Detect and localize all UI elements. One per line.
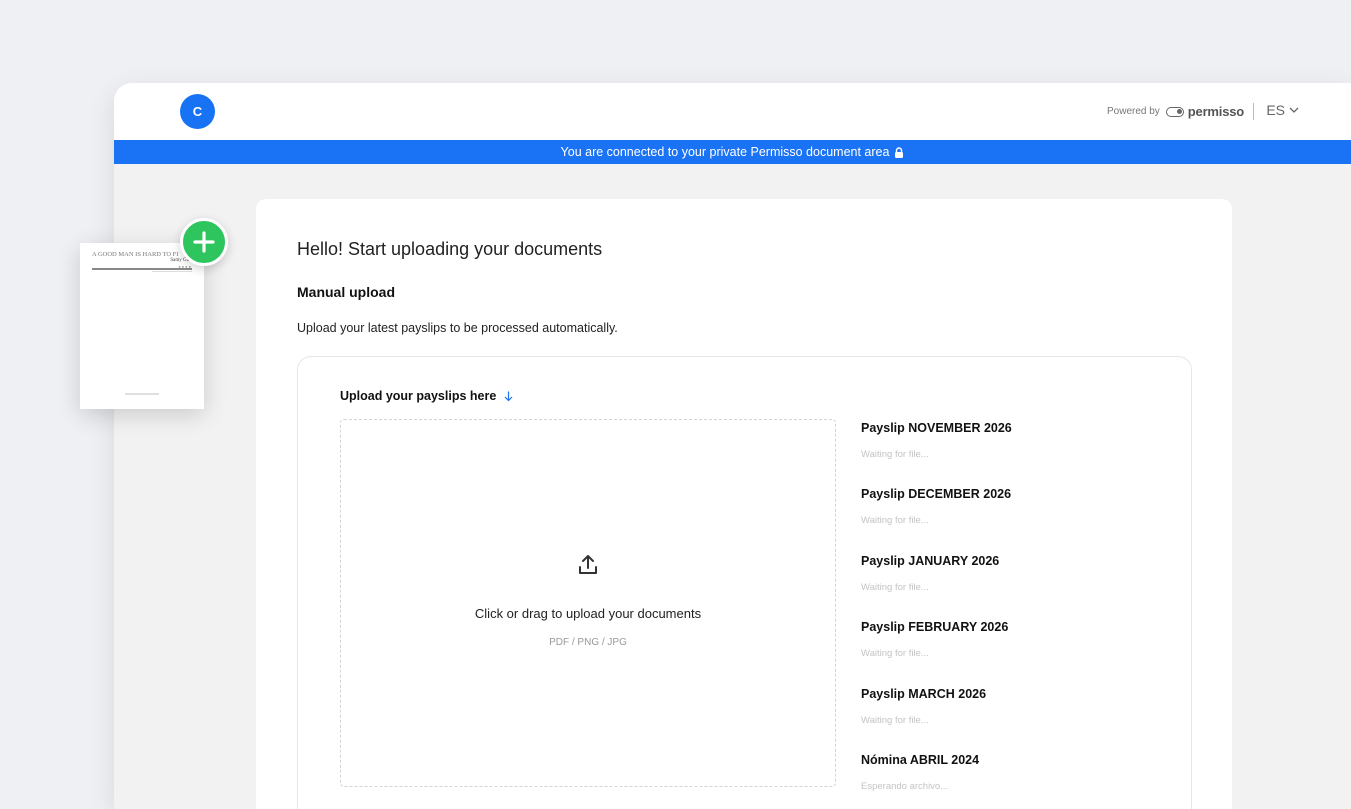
document-rule (92, 268, 192, 270)
payslip-item: Payslip MARCH 2026 Waiting for file... (861, 687, 1161, 751)
dropzone-formats: PDF / PNG / JPG (549, 637, 627, 648)
main-card: Hello! Start uploading your documents Ma… (256, 199, 1232, 809)
payslip-item: Payslip DECEMBER 2026 Waiting for file..… (861, 487, 1161, 551)
payslip-title: Payslip DECEMBER 2026 (861, 487, 1012, 502)
payslip-item: Payslip JANUARY 2026 Waiting for file... (861, 554, 1161, 618)
language-label: ES (1266, 102, 1285, 118)
upload-panel: Upload your payslips here Click or drag … (297, 356, 1192, 809)
banner-text: You are connected to your private Permis… (560, 145, 890, 159)
document-title: A GOOD MAN IS HARD TO FI (92, 251, 179, 258)
secure-banner: You are connected to your private Permis… (114, 140, 1351, 164)
section-title: Manual upload (297, 284, 395, 300)
app-window: C Powered by permisso ES You are connect… (114, 83, 1351, 809)
header-divider (1253, 103, 1254, 120)
payslip-title: Payslip NOVEMBER 2026 (861, 421, 1012, 435)
section-description: Upload your latest payslips to be proces… (297, 321, 618, 335)
payslip-list: Payslip NOVEMBER 2026 Waiting for file..… (861, 419, 1161, 809)
payslip-status: Waiting for file... (861, 581, 929, 593)
lock-icon (895, 146, 904, 158)
permisso-logo-icon (1165, 106, 1184, 117)
payslip-status: Waiting for file... (861, 449, 929, 460)
add-document-button[interactable] (180, 218, 228, 266)
document-text-line (152, 271, 192, 272)
payslip-item: Payslip FEBRUARY 2026 Waiting for file..… (861, 620, 1161, 684)
upload-dropzone[interactable]: Click or drag to upload your documents P… (340, 419, 836, 787)
dropzone-text: Click or drag to upload your documents (474, 606, 702, 621)
permisso-brand: permisso (1187, 104, 1244, 119)
payslip-title: Nómina ABRIL 2024 (861, 752, 980, 767)
payslip-status: Waiting for file... (861, 515, 929, 527)
language-selector[interactable]: ES (1266, 102, 1299, 118)
plus-icon (193, 231, 215, 253)
arrow-down-icon (504, 391, 513, 401)
powered-by: Powered by permisso (1107, 104, 1244, 119)
chevron-down-icon (1289, 107, 1299, 113)
avatar[interactable]: C (180, 94, 215, 129)
payslip-title: Payslip JANUARY 2026 (861, 553, 1000, 568)
powered-by-label: Powered by (1106, 106, 1160, 117)
page-title: Hello! Start uploading your documents (297, 239, 603, 259)
payslip-title: Payslip FEBRUARY 2026 (861, 620, 1009, 635)
payslip-status: Esperando archivo... (861, 780, 949, 792)
payslip-item: Payslip NOVEMBER 2026 Waiting for file..… (861, 421, 1161, 485)
dragged-document[interactable]: A GOOD MAN IS HARD TO FI Samy Gaur ●●●● (80, 243, 204, 409)
payslip-title: Payslip MARCH 2026 (861, 686, 987, 701)
document-footer-line (125, 393, 159, 395)
payslip-item: Nómina ABRIL 2024 Esperando archivo... (861, 753, 1161, 809)
payslip-status: Waiting for file... (861, 648, 929, 660)
payslip-status: Waiting for file... (861, 714, 929, 726)
top-bar: C Powered by permisso ES (114, 83, 1351, 140)
upload-icon (579, 555, 597, 574)
upload-title: Upload your payslips here (340, 389, 513, 403)
upload-title-text: Upload your payslips here (340, 389, 497, 403)
